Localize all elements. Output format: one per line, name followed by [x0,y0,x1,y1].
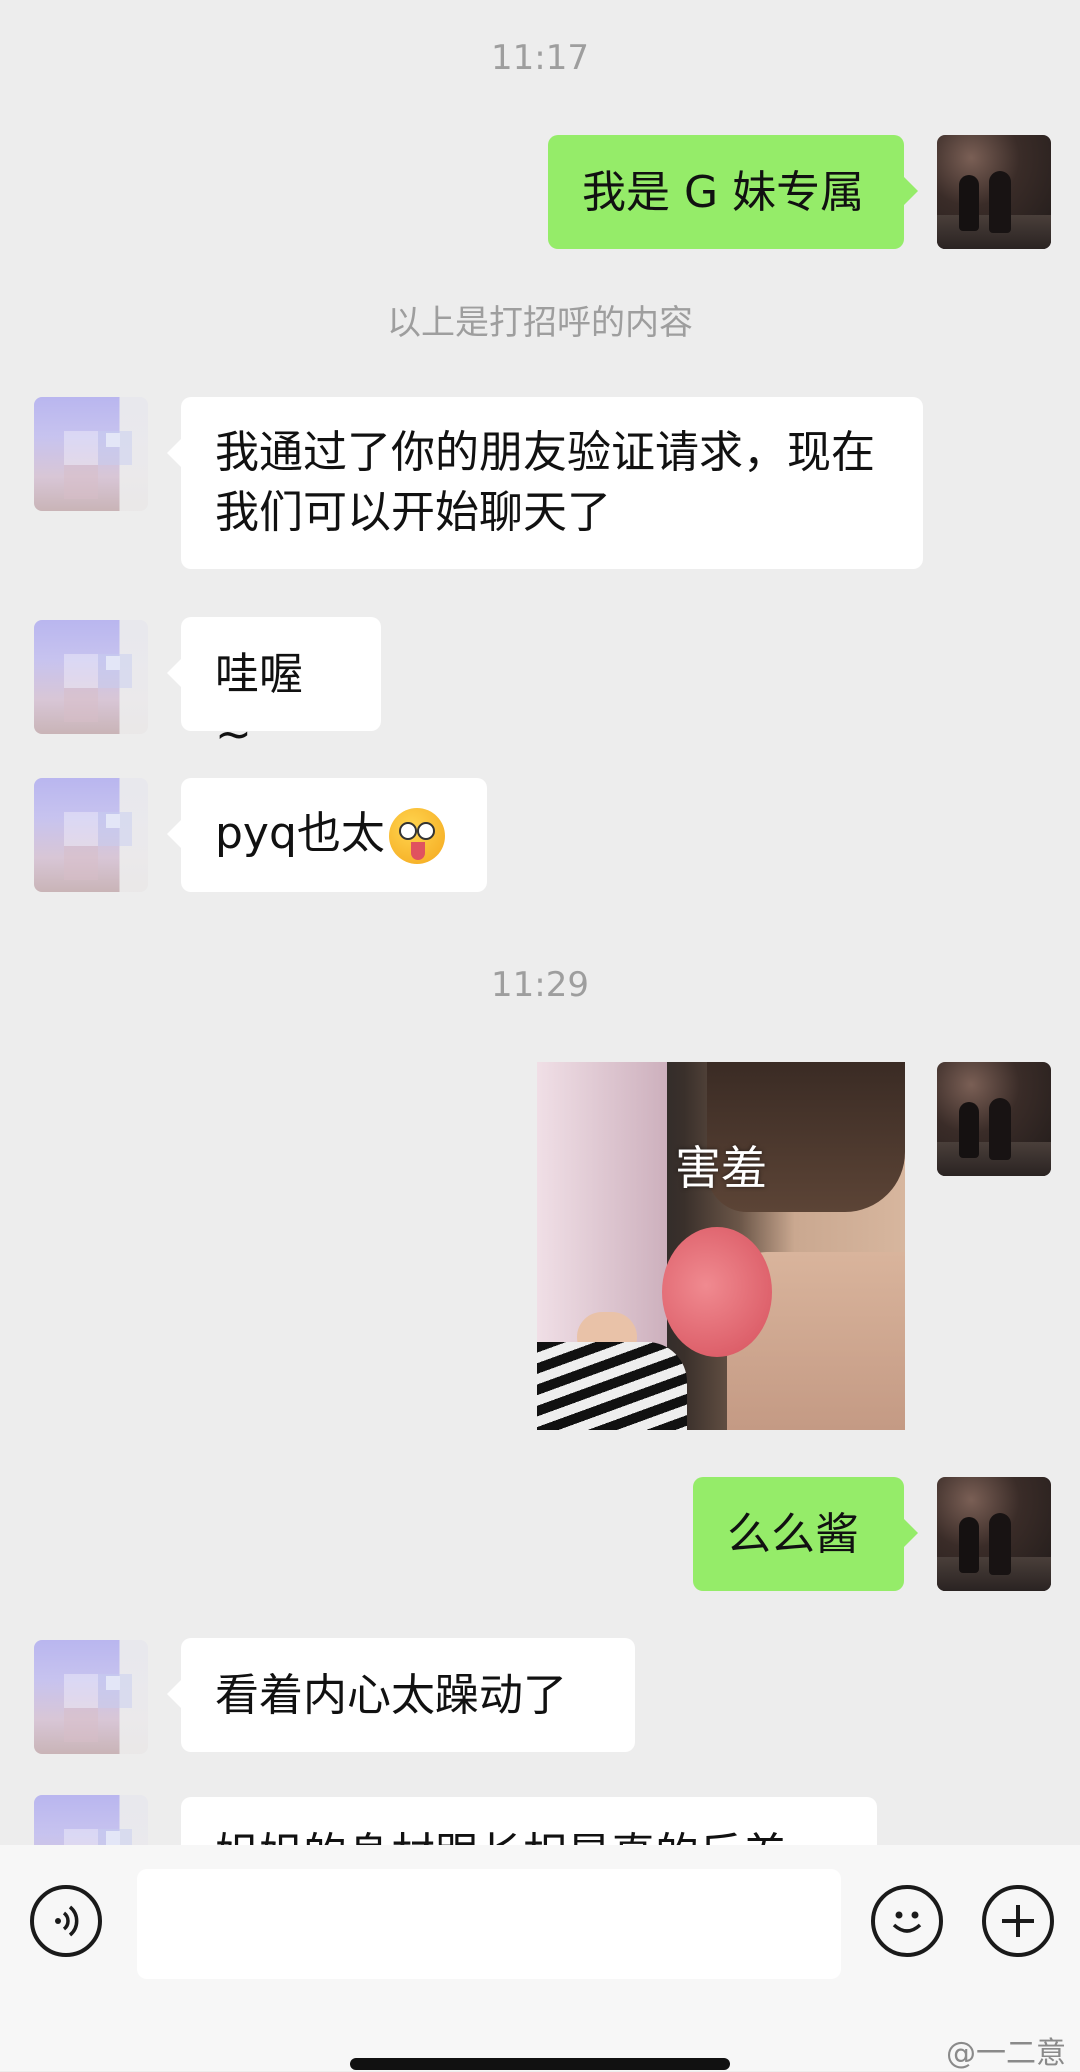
message-text: 我通过了你的朋友验证请求，现在我们可以开始聊天了 [215,427,875,538]
plus-icon[interactable] [982,1885,1054,1957]
shy-sticker-image[interactable]: 害羞 [537,1062,905,1430]
drooling-star-eyes-emoji-icon [388,808,445,864]
message-text: 看着内心太躁动了 [215,1670,567,1721]
system-notice: 以上是打招呼的内容 [387,303,693,343]
message-text: 姐姐的身材跟长相是真的反差 [215,1829,787,1845]
incoming-message[interactable]: 姐姐的身材跟长相是真的反差 [181,1797,877,1845]
timestamp: 11:17 [491,38,589,78]
outgoing-message[interactable]: 么么酱 [693,1477,918,1591]
my-avatar[interactable] [937,1062,1051,1176]
emoji-icon[interactable] [871,1885,943,1957]
my-avatar[interactable] [937,1477,1051,1591]
contact-avatar[interactable] [34,620,148,734]
message-text: 么么酱 [727,1509,859,1560]
incoming-message[interactable]: 哇喔 ~ [167,617,381,760]
message-text: 我是 G 妹专属 [582,167,865,218]
my-avatar[interactable] [937,135,1051,249]
incoming-message[interactable]: 看着内心太躁动了 [167,1638,635,1752]
voice-icon[interactable] [30,1885,102,1957]
timestamp: 11:29 [491,965,589,1005]
outgoing-message[interactable]: 我是 G 妹专属 [548,135,918,249]
sticker-caption: 害羞 [675,1141,767,1195]
contact-avatar[interactable] [34,1795,148,1845]
message-input[interactable] [137,1869,841,1979]
weibo-watermark: @一二意 [946,2036,1066,2071]
contact-avatar[interactable] [34,778,148,892]
incoming-message[interactable]: 我通过了你的朋友验证请求，现在我们可以开始聊天了 [167,397,923,569]
contact-avatar[interactable] [34,1640,148,1754]
message-text: pyq也太 [215,808,385,859]
home-indicator[interactable] [350,2058,730,2070]
input-bar [0,1845,1080,2071]
message-text: 哇喔 ~ [215,649,303,760]
contact-avatar[interactable] [34,397,148,511]
chat-area[interactable]: 11:17 我是 G 妹专属 以上是打招呼的内容 我通过了你的朋友验证请求，现在… [0,0,1080,1845]
incoming-message[interactable]: pyq也太 [167,778,487,892]
